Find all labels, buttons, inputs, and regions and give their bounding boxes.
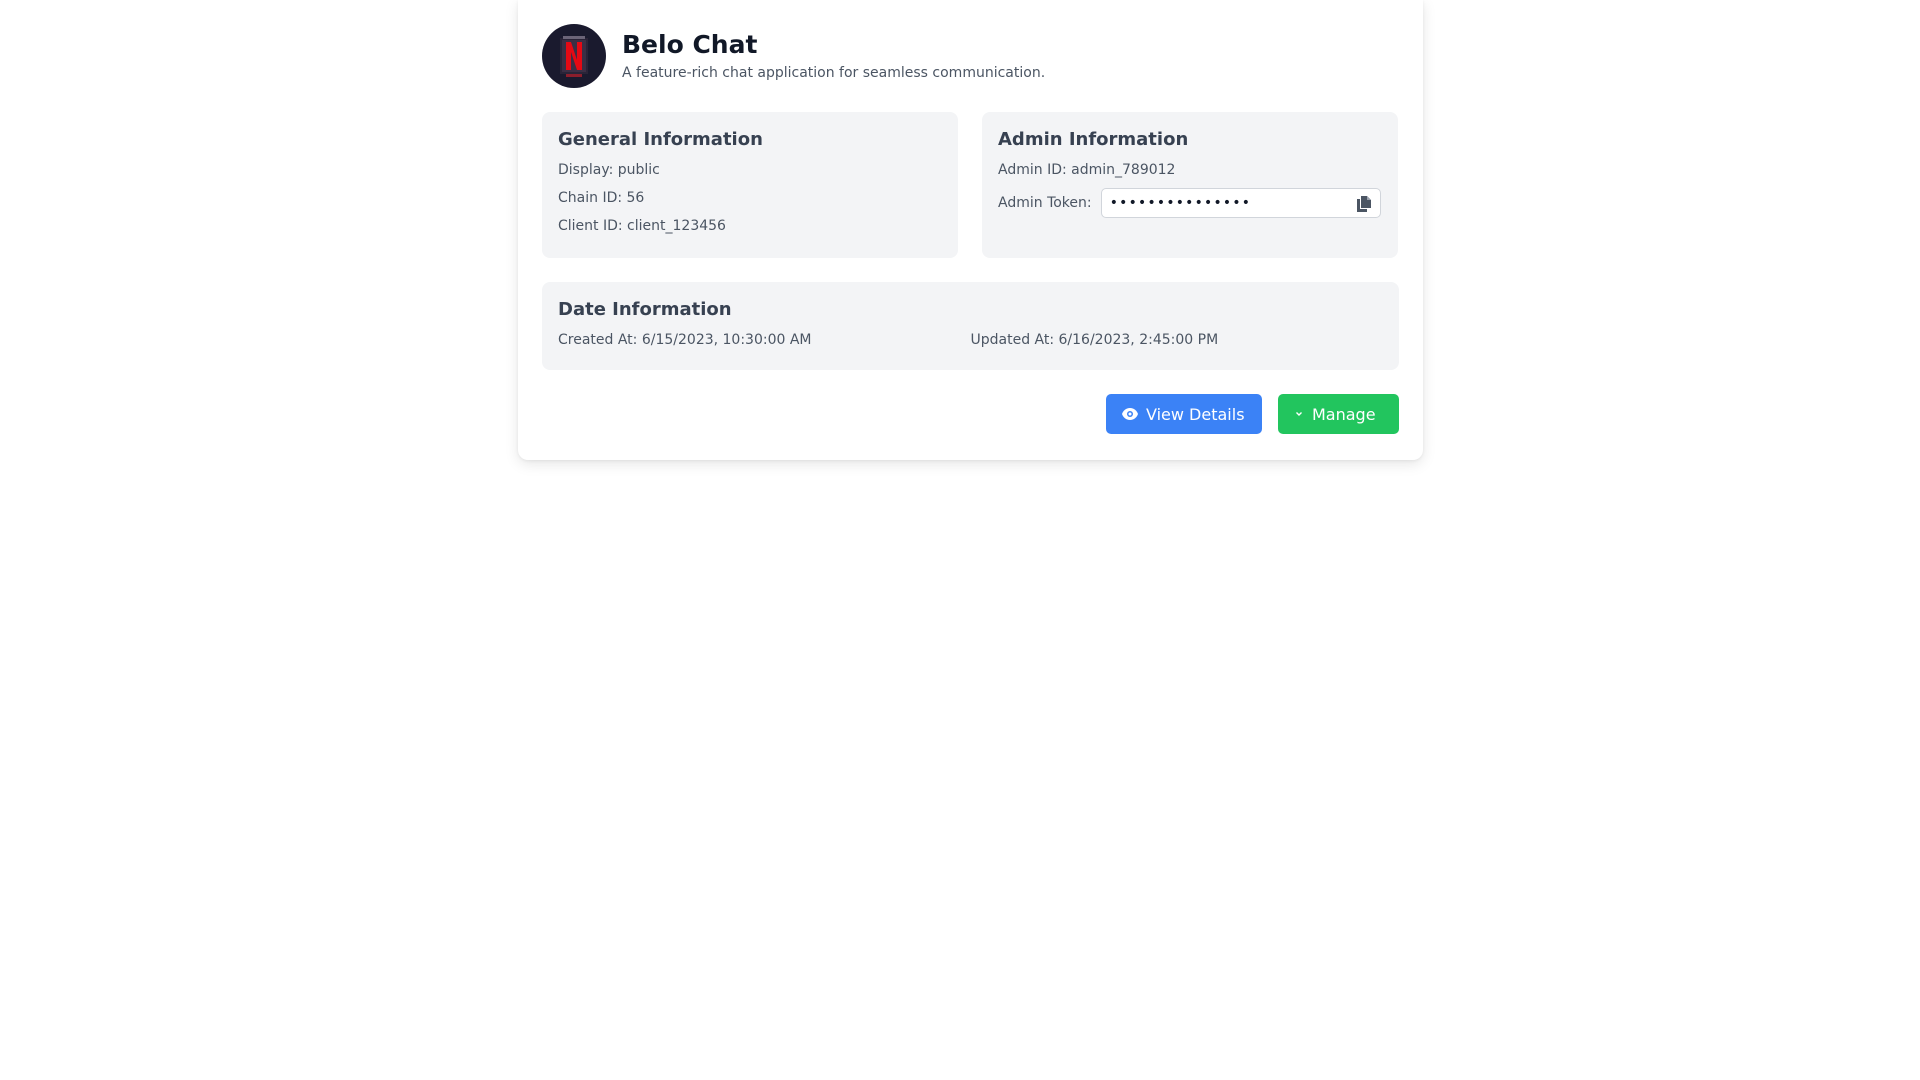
- app-description: A feature-rich chat application for seam…: [622, 64, 1046, 81]
- app-logo: [542, 24, 606, 88]
- action-bar: View Details Manage: [542, 394, 1399, 434]
- copy-icon: [1356, 196, 1371, 212]
- manage-button[interactable]: Manage: [1278, 394, 1399, 434]
- created-at-value: Created At: 6/15/2023, 10:30:00 AM: [558, 332, 812, 348]
- display-value: Display: public: [558, 162, 660, 178]
- date-information-panel: Date Information Created At: 6/15/2023, …: [542, 282, 1399, 370]
- admin-id-value: Admin ID: admin_789012: [998, 162, 1176, 178]
- info-grid: General Information Display: public Chai…: [542, 112, 1399, 258]
- admin-token-row: Admin Token:: [998, 188, 1382, 218]
- netflix-n-logo-icon: [560, 36, 588, 77]
- copy-token-button[interactable]: [1354, 194, 1374, 214]
- date-information-title: Date Information: [558, 299, 732, 320]
- app-header: Belo Chat A feature-rich chat applicatio…: [542, 24, 1399, 88]
- general-information-title: General Information: [558, 129, 763, 150]
- view-details-button[interactable]: View Details: [1106, 394, 1262, 434]
- admin-information-panel: Admin Information Admin ID: admin_789012…: [982, 112, 1398, 258]
- admin-information-title: Admin Information: [998, 129, 1189, 150]
- view-details-label: View Details: [1146, 404, 1245, 424]
- updated-at-value: Updated At: 6/16/2023, 2:45:00 PM: [970, 332, 1219, 348]
- chain-id-value: Chain ID: 56: [558, 190, 645, 206]
- date-row: Created At: 6/15/2023, 10:30:00 AM Updat…: [558, 330, 1383, 350]
- app-title: Belo Chat: [622, 29, 758, 59]
- manage-label: Manage: [1312, 404, 1376, 424]
- client-id-value: Client ID: client_123456: [558, 218, 726, 234]
- admin-token-label: Admin Token:: [998, 195, 1092, 211]
- app-card: Belo Chat A feature-rich chat applicatio…: [518, 0, 1423, 460]
- chevron-down-icon: [1294, 409, 1304, 419]
- eye-icon: [1122, 408, 1138, 420]
- admin-token-field-wrapper: [1100, 188, 1381, 218]
- admin-token-field[interactable]: [1101, 195, 1348, 211]
- general-information-panel: General Information Display: public Chai…: [542, 112, 958, 258]
